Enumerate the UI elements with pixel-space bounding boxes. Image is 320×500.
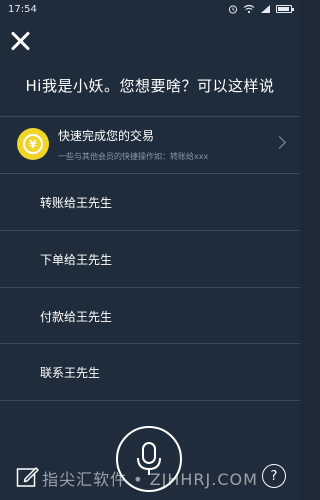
edit-button[interactable] (16, 464, 40, 488)
status-bar: 17:54 (0, 0, 300, 18)
voice-input-button[interactable] (116, 426, 182, 492)
chevron-right-icon (273, 136, 286, 149)
quick-card-title: 快速完成您的交易 (58, 129, 155, 143)
help-icon: ? (270, 468, 278, 484)
signal-icon (260, 4, 271, 14)
assistant-screen: 17:54 Hi我是小妖。您想要啥？可以这样说 ¥ 快速完成您的交易 一些与其他… (0, 0, 300, 500)
quick-transaction-card[interactable]: ¥ 快速完成您的交易 一些与其他会员的快捷操作如：转账给xxx (0, 117, 300, 173)
command-item-contact[interactable]: 联系王先生 (0, 344, 300, 400)
help-button[interactable]: ? (262, 464, 286, 488)
command-label: 联系王先生 (40, 366, 101, 380)
status-time: 17:54 (8, 3, 37, 15)
close-button[interactable] (10, 30, 32, 52)
command-label: 转账给王先生 (40, 196, 113, 210)
battery-icon (276, 5, 294, 13)
divider (0, 400, 300, 401)
command-label: 付款给王先生 (40, 310, 113, 324)
command-label: 下单给王先生 (40, 253, 113, 267)
microphone-icon (137, 442, 161, 475)
coin-symbol: ¥ (23, 134, 43, 154)
command-item-order[interactable]: 下单给王先生 (0, 231, 300, 287)
alarm-icon (228, 4, 238, 14)
command-item-transfer[interactable]: 转账给王先生 (0, 174, 300, 230)
greeting-text: Hi我是小妖。您想要啥？可以这样说 (25, 77, 275, 95)
wifi-icon (243, 4, 255, 14)
command-item-pay[interactable]: 付款给王先生 (0, 288, 300, 344)
quick-card-subtitle: 一些与其他会员的快捷操作如：转账给xxx (58, 152, 209, 161)
edit-icon (16, 467, 39, 487)
coin-icon: ¥ (17, 128, 49, 160)
status-icons (228, 4, 294, 14)
